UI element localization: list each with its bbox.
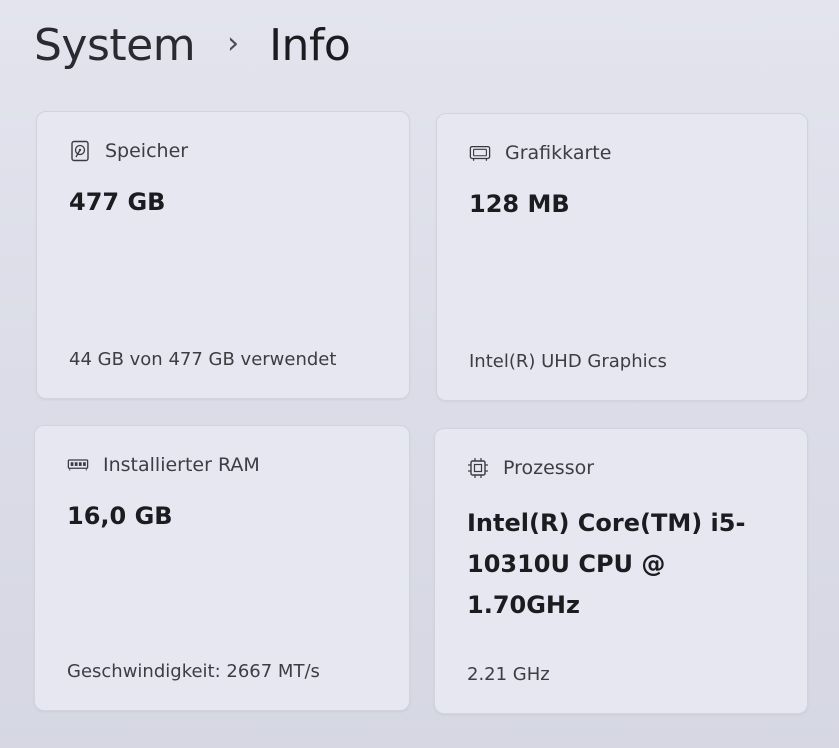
graphics-memory-value: 128 MB	[469, 190, 570, 218]
graphics-card[interactable]: Grafikkarte 128 MB Intel(R) UHD Graphics	[436, 113, 808, 401]
storage-card[interactable]: Speicher 477 GB 44 GB von 477 GB verwend…	[36, 111, 410, 399]
processor-card[interactable]: Prozessor Intel(R) Core(TM) i5-10310U CP…	[434, 428, 808, 714]
storage-usage-detail: 44 GB von 477 GB verwendet	[69, 349, 337, 370]
breadcrumb: System › Info	[34, 14, 351, 76]
processor-model-value: Intel(R) Core(TM) i5-10310U CPU @ 1.70GH…	[467, 509, 746, 619]
storage-label: Speicher	[105, 140, 189, 162]
storage-card-header: Speicher	[69, 140, 188, 162]
graphics-adapter-name: Intel(R) UHD Graphics	[469, 351, 667, 372]
processor-speed-detail: 2.21 GHz	[467, 664, 550, 685]
ram-label: Installierter RAM	[103, 454, 260, 476]
processor-label: Prozessor	[503, 457, 595, 479]
ram-speed-detail: Geschwindigkeit: 2667 MT/s	[67, 661, 320, 682]
display-adapter-icon	[469, 142, 491, 164]
storage-value: 477 GB	[69, 188, 166, 216]
graphics-label: Grafikkarte	[505, 142, 612, 164]
memory-module-icon	[67, 454, 89, 476]
graphics-card-header: Grafikkarte	[469, 142, 611, 164]
page-title: Info	[269, 19, 351, 71]
chevron-right-icon: ›	[227, 25, 240, 61]
processor-card-header: Prozessor	[467, 457, 594, 479]
processor-chip-icon	[467, 457, 489, 479]
hard-drive-icon	[69, 140, 91, 162]
breadcrumb-system-link[interactable]: System	[34, 20, 196, 71]
ram-value: 16,0 GB	[67, 502, 173, 530]
ram-card[interactable]: Installierter RAM 16,0 GB Geschwindigkei…	[34, 425, 410, 711]
ram-card-header: Installierter RAM	[67, 454, 260, 476]
